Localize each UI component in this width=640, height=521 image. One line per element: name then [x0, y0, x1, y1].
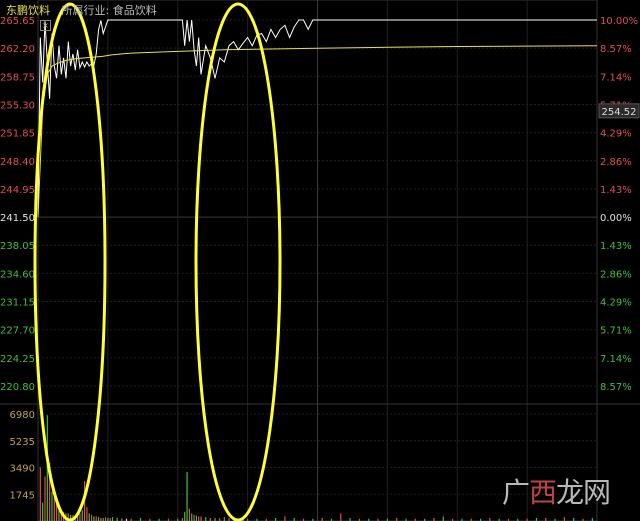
volume-bar	[88, 513, 90, 521]
highlight-ellipse-1	[33, 2, 107, 521]
volume-tick-label: 3490	[10, 464, 35, 475]
price-tick-label: 255.30	[0, 100, 35, 111]
watermark-char-2: 西	[528, 476, 557, 509]
volume-bar	[51, 491, 53, 521]
watermark-char-3: 龙网	[555, 476, 611, 509]
pct-tick-label: 2.86%	[600, 269, 632, 280]
volume-bar	[111, 517, 114, 521]
pct-tick-label: 4.29%	[600, 129, 632, 140]
price-tick-label: 258.75	[0, 72, 35, 83]
volume-bar	[79, 513, 81, 521]
highlight-ellipse-2	[194, 2, 282, 521]
volume-bar	[200, 516, 202, 521]
close-icon[interactable]: ×	[40, 20, 51, 31]
pct-tick-label: 5.71%	[600, 326, 632, 337]
watermark-char-1: 广	[501, 476, 530, 509]
pct-tick-label: 8.57%	[600, 44, 632, 55]
intraday-chart[interactable]: 265.65 10.00%262.20 8.57%258.75 7.14%255.30…	[0, 0, 640, 521]
volume-bar	[223, 517, 225, 521]
price-tick-label: 220.80	[0, 382, 35, 393]
volume-tick-label: 5235	[10, 437, 35, 448]
volume-bar	[104, 517, 107, 521]
industry-label: 所属行业:	[61, 4, 110, 17]
volume-bar	[42, 502, 44, 521]
price-tick-label: 227.70	[0, 326, 35, 337]
pct-tick-label: 1.43%	[600, 241, 632, 252]
volume-bar	[186, 471, 188, 521]
volume-bar	[39, 467, 41, 521]
price-tick-label: 238.05	[0, 241, 35, 252]
pct-tick-label: 7.14%	[600, 72, 632, 83]
volume-bar	[93, 516, 95, 521]
volume-bar	[195, 515, 197, 521]
volume-tick-label: 1745	[10, 490, 35, 501]
price-tick-label: 262.20	[0, 44, 35, 55]
price-tick-label: 241.50	[0, 213, 35, 224]
price-tick-label: 244.95	[0, 185, 35, 196]
industry-value[interactable]: 食品饮料	[113, 4, 157, 17]
price-tick-label: 248.40	[0, 157, 35, 168]
volume-bar	[191, 513, 193, 521]
pct-tick-label: 7.14%	[600, 354, 632, 365]
volume-bar	[56, 504, 58, 521]
volume-bar	[90, 514, 93, 521]
pct-tick-label: 2.86%	[600, 157, 632, 168]
volume-bar	[188, 508, 190, 521]
price-tick-label: 231.15	[0, 298, 35, 309]
pct-tick-label: 10.00%	[600, 16, 638, 27]
volume-bar	[340, 513, 342, 521]
volume-bar	[184, 511, 186, 521]
chart-header: 东鹏饮料 所属行业: 食品饮料	[6, 2, 157, 18]
price-tick-label: 224.25	[0, 354, 35, 365]
volume-bar	[44, 476, 46, 521]
volume-bar	[442, 516, 444, 521]
volume-bar	[86, 507, 88, 521]
pct-tick-label: 4.29%	[600, 298, 632, 309]
pct-tick-label: 8.57%	[600, 382, 632, 393]
current-price-label: 254.52	[602, 107, 637, 118]
volume-bar	[198, 516, 200, 521]
watermark: 广西龙网	[501, 471, 611, 511]
volume-bar	[284, 516, 286, 521]
volume-bar	[193, 514, 195, 521]
price-tick-label: 251.85	[0, 129, 35, 140]
pct-tick-label: 0.00%	[600, 213, 632, 224]
volume-bar	[53, 498, 55, 521]
volume-tick-label: 6980	[10, 410, 35, 421]
volume-bar	[205, 517, 207, 521]
pct-tick-label: 1.43%	[600, 185, 632, 196]
price-tick-label: 234.60	[0, 269, 35, 280]
stock-name[interactable]: 东鹏饮料	[6, 4, 50, 17]
volume-bar	[95, 516, 97, 521]
volume-bar	[563, 517, 565, 521]
volume-bar	[81, 510, 83, 521]
volume-bar	[97, 517, 100, 521]
